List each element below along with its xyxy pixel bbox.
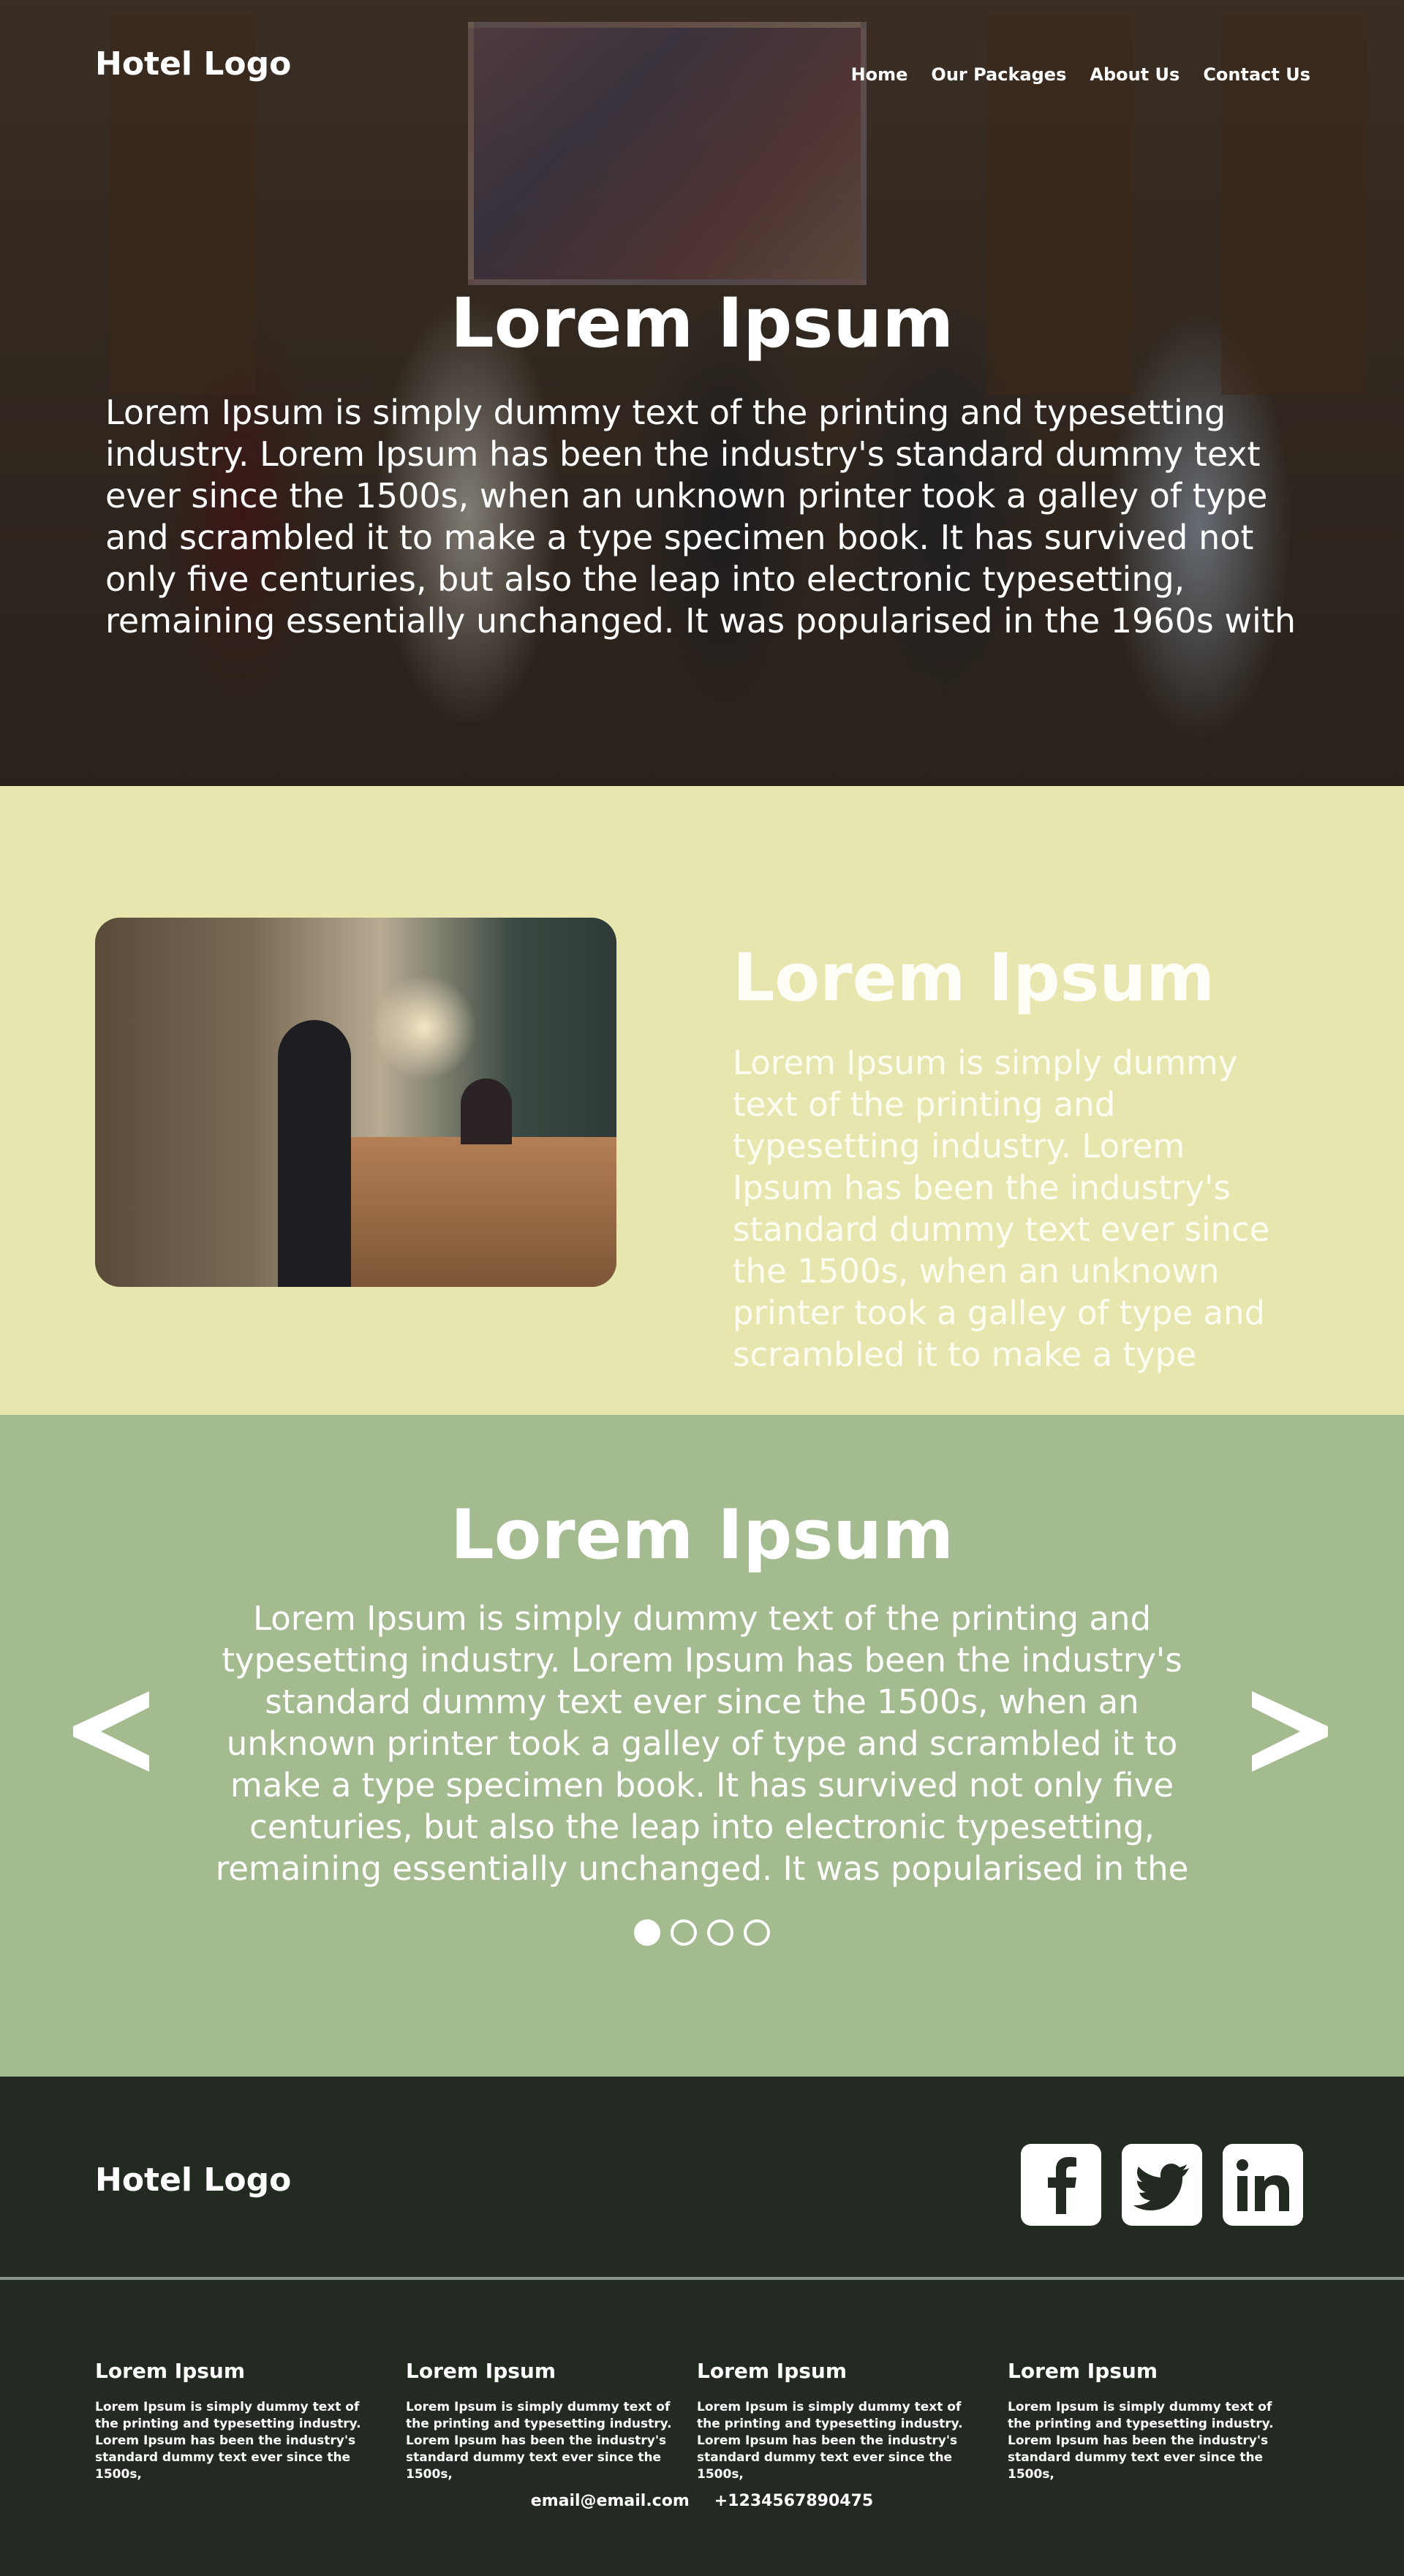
testimonial-slider: Lorem Ipsum Lorem Ipsum is simply dummy … bbox=[0, 1415, 1404, 2077]
footer-top: Hotel Logo bbox=[0, 2077, 1404, 2280]
footer-column: Lorem Ipsum Lorem Ipsum is simply dummy … bbox=[1008, 2359, 1278, 2483]
slider-text: Lorem Ipsum is simply dummy text of the … bbox=[215, 1599, 1189, 1888]
about-title: Lorem Ipsum bbox=[733, 940, 1215, 1016]
nav-link-our-packages[interactable]: Our Packages bbox=[931, 64, 1066, 85]
twitter-icon[interactable] bbox=[1122, 2144, 1202, 2226]
footer-column-text: Lorem Ipsum is simply dummy text of the … bbox=[1008, 2400, 1274, 2482]
footer-column-text: Lorem Ipsum is simply dummy text of the … bbox=[95, 2400, 361, 2482]
slider-pagination bbox=[0, 1919, 1404, 1946]
nav-menu: Home Our Packages About Us Contact Us bbox=[851, 64, 1310, 85]
footer-column: Lorem Ipsum Lorem Ipsum is simply dummy … bbox=[406, 2359, 676, 2483]
nav-link-home[interactable]: Home bbox=[851, 64, 908, 85]
footer-column-title: Lorem Ipsum bbox=[697, 2359, 848, 2383]
footer-column: Lorem Ipsum Lorem Ipsum is simply dummy … bbox=[697, 2359, 967, 2483]
footer: Hotel Logo Lorem Ipsum Lorem Ipsum is si… bbox=[0, 2077, 1404, 2526]
photo-reception-counter bbox=[329, 1137, 616, 1287]
footer-column-title: Lorem Ipsum bbox=[406, 2359, 556, 2383]
slider-dot-3[interactable] bbox=[707, 1919, 733, 1946]
slider-dot-4[interactable] bbox=[744, 1919, 770, 1946]
photo-receptionist bbox=[461, 1079, 512, 1144]
nav-link-about-us[interactable]: About Us bbox=[1090, 64, 1180, 85]
chevron-left-icon[interactable] bbox=[73, 1691, 149, 1772]
photo-guest bbox=[278, 1020, 351, 1287]
top-navigation: Hotel Logo Home Our Packages About Us Co… bbox=[0, 0, 1404, 132]
footer-column-title: Lorem Ipsum bbox=[1008, 2359, 1158, 2383]
footer-column-title: Lorem Ipsum bbox=[95, 2359, 246, 2383]
email-link[interactable]: email@email.com bbox=[531, 2492, 690, 2510]
footer-column: Lorem Ipsum Lorem Ipsum is simply dummy … bbox=[95, 2359, 366, 2483]
social-links bbox=[1021, 2144, 1303, 2226]
about-text: Lorem Ipsum is simply dummy text of the … bbox=[733, 1043, 1270, 1374]
slider-dot-2[interactable] bbox=[671, 1919, 697, 1946]
slider-dot-1[interactable] bbox=[634, 1919, 660, 1946]
footer-contact: email@email.com +1234567890475 bbox=[0, 2492, 1404, 2510]
footer-column-text: Lorem Ipsum is simply dummy text of the … bbox=[697, 2400, 963, 2482]
footer-columns: Lorem Ipsum Lorem Ipsum is simply dummy … bbox=[0, 2280, 1404, 2526]
slider-title: Lorem Ipsum bbox=[450, 1495, 954, 1575]
facebook-icon[interactable] bbox=[1021, 2144, 1101, 2226]
footer-column-text: Lorem Ipsum is simply dummy text of the … bbox=[406, 2400, 672, 2482]
nav-link-contact-us[interactable]: Contact Us bbox=[1203, 64, 1310, 85]
linkedin-icon[interactable] bbox=[1223, 2144, 1303, 2226]
phone-link[interactable]: +1234567890475 bbox=[714, 2492, 873, 2510]
hero-text: Lorem Ipsum is simply dummy text of the … bbox=[105, 393, 1297, 641]
chevron-right-icon[interactable] bbox=[1252, 1691, 1328, 1772]
footer-logo[interactable]: Hotel Logo bbox=[95, 2161, 291, 2199]
header-logo[interactable]: Hotel Logo bbox=[95, 45, 291, 83]
hero-section: Hotel Logo Home Our Packages About Us Co… bbox=[0, 0, 1404, 786]
about-section: Lorem Ipsum Lorem Ipsum is simply dummy … bbox=[0, 786, 1404, 1415]
hero-title: Lorem Ipsum bbox=[450, 284, 954, 363]
reception-photo bbox=[95, 918, 616, 1287]
